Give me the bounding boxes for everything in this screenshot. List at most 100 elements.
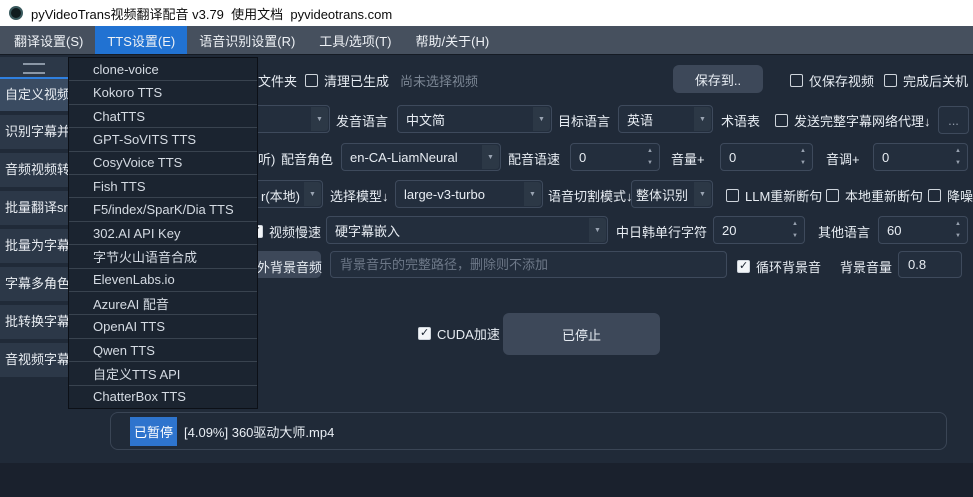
proxy-more-button[interactable]: ... (938, 106, 969, 134)
titlebar: pyVideoTrans视频翻译配音 v3.79 使用文档 pyvideotra… (0, 0, 973, 26)
save-to-button[interactable]: 保存到.. (673, 65, 763, 93)
checkbox-checked-icon (418, 327, 431, 340)
chevron-down-icon (311, 107, 328, 131)
menubar-item-3[interactable]: 工具/选项(T) (307, 26, 403, 54)
checkbox-icon (305, 74, 318, 87)
tts-menu-item-0[interactable]: clone-voice (69, 58, 257, 80)
target-language-select[interactable]: 英语 (618, 105, 713, 133)
glossary-link[interactable]: 术语表 (721, 111, 760, 130)
sidebar-item-5[interactable]: 字幕多角色配音 (0, 267, 68, 301)
menubar-item-4[interactable]: 帮助/关于(H) (404, 26, 502, 54)
tts-menu-item-11[interactable]: OpenAI TTS (69, 314, 257, 337)
other-lang-label: 其他语言 (818, 222, 870, 241)
video-slow-checkbox[interactable]: 视频慢速 (250, 222, 321, 241)
sidebar-item-2[interactable]: 音频视频转字幕 (0, 153, 68, 187)
chevron-down-icon (524, 182, 541, 206)
listen-label-fragment: 听) (258, 149, 275, 168)
tts-menu-item-1[interactable]: Kokoro TTS (69, 80, 257, 103)
cjk-chars-spinner[interactable]: 20 (713, 216, 805, 244)
model-select[interactable]: large-v3-turbo (395, 180, 543, 208)
sidebar-item-7[interactable]: 音视频字幕合并 (0, 343, 68, 377)
llm-resegment-checkbox[interactable]: LLM重新断句 (726, 186, 822, 205)
spin-up-icon[interactable] (795, 145, 811, 157)
loop-bgm-checkbox[interactable]: 循环背景音 (737, 257, 821, 276)
menubar-item-2[interactable]: 语音识别设置(R) (187, 26, 307, 54)
tts-menu-item-12[interactable]: Qwen TTS (69, 338, 257, 361)
voice-role-select[interactable]: en-CA-LiamNeural (341, 143, 501, 171)
stop-button[interactable]: 已停止 (503, 313, 660, 355)
task-status-row[interactable]: 已暂停 [4.09%] 360驱动大师.mp4 (110, 412, 947, 450)
spin-down-icon[interactable] (795, 157, 811, 169)
pitch-spinner[interactable]: 0 (873, 143, 968, 171)
app-window: pyVideoTrans视频翻译配音 v3.79 使用文档 pyvideotra… (0, 0, 973, 497)
app-logo-icon (9, 6, 23, 20)
menubar: 翻译设置(S)TTS设置(E)语音识别设置(R)工具/选项(T)帮助/关于(H) (0, 26, 973, 55)
subtitle-embed-select[interactable]: 硬字幕嵌入 (326, 216, 608, 244)
sidebar-item-4[interactable]: 批量为字幕配音 (0, 229, 68, 263)
bgm-path-input[interactable] (330, 251, 727, 278)
cuda-checkbox[interactable]: CUDA加速 (418, 324, 500, 343)
voice-rate-label: 配音语速 (508, 149, 560, 168)
tts-menu-item-4[interactable]: CosyVoice TTS (69, 151, 257, 174)
split-mode-label[interactable]: 语音切割模式↓ (548, 186, 633, 205)
source-language-label: 发音语言 (336, 111, 388, 130)
network-proxy-label[interactable]: 网络代理↓ (872, 111, 931, 130)
chevron-down-icon (482, 145, 499, 169)
tts-menu-item-10[interactable]: AzureAI 配音 (69, 291, 257, 314)
sidebar-item-3[interactable]: 批量翻译srt字幕 (0, 191, 68, 225)
chevron-down-icon (533, 107, 550, 131)
menubar-item-1[interactable]: TTS设置(E) (95, 26, 187, 54)
other-lang-spinner[interactable]: 60 (878, 216, 968, 244)
tts-menu-item-5[interactable]: Fish TTS (69, 174, 257, 197)
spin-down-icon[interactable] (950, 230, 966, 242)
log-area (0, 463, 973, 497)
spin-up-icon[interactable] (787, 218, 803, 230)
folder-button-fragment[interactable]: 文件夹 (258, 71, 297, 90)
checkbox-checked-icon (737, 260, 750, 273)
chevron-down-icon (694, 182, 711, 206)
spin-up-icon[interactable] (642, 145, 658, 157)
sidebar-toggle[interactable] (0, 57, 68, 79)
tts-menu-item-2[interactable]: ChatTTS (69, 104, 257, 127)
spin-down-icon[interactable] (642, 157, 658, 169)
tts-menu-item-13[interactable]: 自定义TTS API (69, 361, 257, 384)
clean-generated-checkbox[interactable]: 清理已生成 (305, 71, 389, 90)
pitch-label: 音调+ (826, 149, 860, 168)
voice-rate-spinner[interactable]: 0 (570, 143, 660, 171)
send-full-subtitle-checkbox[interactable]: 发送完整字幕 (775, 111, 872, 130)
split-mode-select[interactable]: 整体识别 (631, 180, 713, 208)
cjk-chars-label: 中日韩单行字符 (616, 222, 707, 241)
shutdown-after-checkbox[interactable]: 完成后关机 (884, 71, 968, 90)
tts-menu-item-7[interactable]: 302.AI API Key (69, 221, 257, 244)
tts-menu-item-9[interactable]: ElevenLabs.io (69, 268, 257, 291)
checkbox-icon (790, 74, 803, 87)
recognizer-fragment: r(本地) (261, 186, 300, 205)
status-detail: [4.09%] 360驱动大师.mp4 (184, 422, 334, 441)
sidebar-item-6[interactable]: 批转换字幕格式 (0, 305, 68, 339)
tts-menu-item-3[interactable]: GPT-SoVITS TTS (69, 127, 257, 150)
bgm-volume-label: 背景音量 (840, 257, 892, 276)
model-label[interactable]: 选择模型↓ (330, 186, 389, 205)
tts-menu-item-8[interactable]: 字节火山语音合成 (69, 244, 257, 267)
save-video-only-checkbox[interactable]: 仅保存视频 (790, 71, 874, 90)
checkbox-icon (826, 189, 839, 202)
chevron-down-icon (694, 107, 711, 131)
volume-spinner[interactable]: 0 (720, 143, 813, 171)
bgm-tag-fragment[interactable]: 外背景音频 (257, 257, 322, 276)
spin-up-icon[interactable] (950, 145, 966, 157)
sidebar-item-0[interactable]: 自定义视频翻译配音 (0, 77, 68, 111)
denoise-checkbox[interactable]: 降噪 (928, 186, 973, 205)
voice-role-label: 配音角色 (281, 149, 333, 168)
tts-menu-item-14[interactable]: ChatterBox TTS (69, 385, 257, 408)
spin-down-icon[interactable] (950, 157, 966, 169)
tts-menu-item-6[interactable]: F5/index/SparK/Dia TTS (69, 197, 257, 220)
local-resegment-checkbox[interactable]: 本地重新断句 (826, 186, 923, 205)
chevron-down-icon (589, 218, 606, 242)
hamburger-icon (23, 63, 45, 74)
bgm-volume-input[interactable] (898, 251, 962, 278)
source-language-select[interactable]: 中文简 (397, 105, 552, 133)
spin-down-icon[interactable] (787, 230, 803, 242)
sidebar-item-1[interactable]: 识别字幕并翻译 (0, 115, 68, 149)
spin-up-icon[interactable] (950, 218, 966, 230)
menubar-item-0[interactable]: 翻译设置(S) (2, 26, 95, 54)
